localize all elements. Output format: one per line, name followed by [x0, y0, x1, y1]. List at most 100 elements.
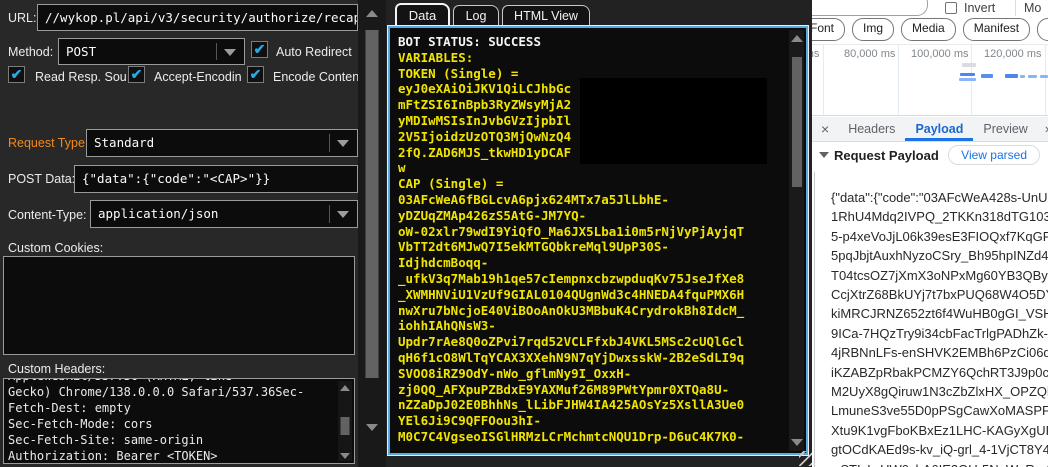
bot-data-content: BOT STATUS: SUCCESS VARIABLES:TOKEN (Sin… — [392, 30, 787, 451]
chevron-down-icon — [224, 49, 236, 56]
payload-line: LmuneS3ve55D0pPSgCawXoMASPFCIA9t — [831, 401, 1048, 420]
redaction-box — [580, 78, 767, 164]
network-filter-input[interactable] — [812, 0, 928, 16]
custom-headers-textarea[interactable]: AppleWebKit/537.36 (KHTML, likeGecko) Ch… — [3, 378, 355, 464]
disclosure-triangle-icon[interactable] — [819, 152, 829, 158]
bot-line: SVOO8iRZ9OdY-nWo_gflmNy9I_OxxH- — [398, 366, 781, 382]
network-timeline[interactable]: 60,000 ms 80,000 ms 100,000 ms 120,000 m… — [812, 44, 1048, 116]
timeline-tick: 100,000 ms — [911, 48, 968, 60]
tab-preview[interactable]: Preview — [973, 117, 1037, 141]
tab-html-view[interactable]: HTML View — [502, 5, 590, 26]
waterfall-bar[interactable] — [1040, 75, 1048, 78]
waterfall-bar[interactable] — [962, 63, 976, 67]
dropdown-separator — [329, 205, 330, 223]
bot-line: oW-02xlr79wdI9YiQfO_Ma6JX5Lba1i0m5rNjVyP… — [398, 224, 781, 240]
close-icon[interactable]: × — [812, 117, 838, 141]
bot-line: _ufkV3q7Mab19h1qe57cIempnxcbzwpduqKv75Js… — [398, 271, 781, 287]
custom-headers-label: Custom Headers: — [8, 362, 105, 376]
toolbar-separator — [1015, 0, 1016, 16]
timeline-tick: 120,000 ms — [984, 48, 1041, 60]
bot-status-line: BOT STATUS: SUCCESS — [398, 34, 781, 50]
waterfall-bar[interactable] — [1020, 75, 1025, 78]
timeline-tick: 80,000 ms — [844, 48, 895, 60]
post-data-input[interactable]: {"data":{"code":"<CAP>"}} — [74, 165, 358, 193]
tab-headers[interactable]: Headers — [838, 117, 905, 141]
scroll-up-icon[interactable] — [366, 10, 378, 17]
filter-chip[interactable]: Socket — [1037, 18, 1048, 41]
header-line: Fetch-Dest: empty — [8, 400, 336, 416]
header-line: Sec-Fetch-Site: same-origin — [8, 432, 336, 448]
check-icon: ✔ — [131, 66, 143, 82]
payload-line: CcjXtrZ68BkUYj7t7bxPUQ68W4O5DYcdkS — [831, 285, 1048, 304]
tab-overflow-icon[interactable]: » — [1038, 117, 1048, 141]
header-line: Sec-Fetch-Mode: cors — [8, 416, 336, 432]
payload-line: iKZABZpRbakPCMZY6QchRT3J9p0cB9I0t5 — [831, 363, 1048, 382]
bot-line: qH6f1cO8WlTqYCAX3XXehN9N7qYjDwxsskW-2B2e… — [398, 350, 781, 366]
payload-line: wSTIvIwHW0vhA6IE2OUr5NuWnRnrSTF — [831, 460, 1048, 467]
waterfall-bar[interactable] — [1005, 74, 1018, 78]
scroll-down-icon[interactable] — [791, 439, 803, 446]
payload-line: kiMRCJRNZ652zt6f4WuHB0gGI_VSH_K90 — [831, 304, 1048, 323]
content-type-dropdown[interactable]: application/json — [90, 200, 358, 228]
payload-line: 9ICa-7HQzTry9i34cbFacTrlgPADhZk-q8zM — [831, 324, 1048, 343]
payload-line: 5pqJbjtAuxhNyzoCSry_Bh95hpINZd4Ikzcl — [831, 246, 1048, 265]
url-input[interactable]: //wykop.pl/api/v3/security/authorize/rec… — [37, 4, 358, 31]
scrollbar-thumb[interactable] — [792, 57, 802, 187]
bot-line: CAP (Single) = — [398, 176, 781, 192]
more-filters-label[interactable]: Mo — [1024, 1, 1041, 15]
scroll-up-icon[interactable] — [340, 385, 350, 391]
chevron-down-icon — [337, 211, 349, 218]
bot-line: yDZUqZMAp426zS5AtG-JM7YQ- — [398, 208, 781, 224]
request-type-value: Standard — [94, 135, 154, 150]
resource-filter-chips: FontImgMediaManifestSocketW — [812, 18, 1048, 41]
scrollbar-thumb[interactable] — [341, 417, 350, 435]
scrollbar-thumb[interactable] — [366, 30, 379, 378]
bot-output-panel: Data Log HTML View BOT STATUS: SUCCESS V… — [386, 0, 812, 467]
scroll-down-icon[interactable] — [340, 453, 350, 459]
chevron-down-icon — [337, 140, 349, 147]
bot-line: zj0QQ_AFXpuPZBdxE9YAXMuf26M89PWtYpmr0XTQ… — [398, 382, 781, 398]
filter-chip[interactable]: Manifest — [963, 18, 1030, 41]
devtools-network-panel: Invert Mo FontImgMediaManifestSocketW 60… — [812, 0, 1048, 467]
tab-data[interactable]: Data — [395, 3, 450, 26]
encode-content-checkbox[interactable]: ✔ — [247, 66, 264, 83]
scroll-down-icon[interactable] — [366, 424, 378, 431]
tab-log[interactable]: Log — [453, 5, 499, 26]
accept-encoding-checkbox[interactable]: ✔ — [128, 66, 145, 83]
request-type-label: Request Type: — [8, 136, 88, 150]
bot-data-textbox[interactable]: BOT STATUS: SUCCESS VARIABLES:TOKEN (Sin… — [388, 26, 808, 455]
custom-headers-text: AppleWebKit/537.36 (KHTML, likeGecko) Ch… — [8, 379, 336, 463]
invert-checkbox[interactable] — [945, 2, 957, 14]
filter-chip[interactable]: Font — [812, 18, 845, 41]
waterfall-bar[interactable] — [960, 73, 975, 76]
waterfall-bar[interactable] — [959, 78, 976, 81]
check-icon: ✔ — [254, 41, 266, 57]
check-icon: ✔ — [250, 66, 262, 82]
bot-data-scrollbar[interactable] — [789, 30, 804, 451]
filter-chip[interactable]: Img — [852, 18, 894, 41]
custom-cookies-textarea[interactable] — [3, 256, 355, 355]
url-label: URL: — [8, 11, 36, 25]
bot-line: nwXru7bNcjoE40ViBOoAnOkU3MBbuK4CrydrokBh… — [398, 303, 781, 319]
request-builder-panel: URL: //wykop.pl/api/v3/security/authoriz… — [0, 0, 358, 467]
payload-line: gtOCdKAEd9s-kv_iQ-grl_4-1VjCT8Y4gHP — [831, 440, 1048, 459]
left-panel-scrollbar[interactable] — [358, 0, 386, 467]
method-dropdown[interactable]: POST — [58, 38, 245, 65]
scroll-up-icon[interactable] — [791, 35, 803, 42]
headers-scrollbar[interactable] — [338, 381, 352, 461]
method-label: Method: — [8, 45, 53, 59]
view-parsed-button[interactable]: View parsed — [948, 145, 1040, 165]
post-data-label: POST Data: — [8, 172, 75, 186]
request-payload-body[interactable]: {"data":{"code":"03AFcWeA428s-UnU8LLu1Rh… — [814, 172, 1048, 467]
read-resp-label: Read Resp. Sou — [35, 70, 127, 84]
read-resp-checkbox[interactable]: ✔ — [8, 66, 25, 83]
tab-payload[interactable]: Payload — [905, 117, 973, 141]
request-type-dropdown[interactable]: Standard — [86, 129, 358, 157]
bot-line: _XWMHNViU1VzUf9GIAL0104QUgnWd3c4HNEDA4fq… — [398, 287, 781, 303]
content-type-label: Content-Type: — [8, 208, 87, 222]
payload-line: 1RhU4Mdq2IVPQ_2TKKn318dTG103sLnK — [831, 207, 1048, 226]
waterfall-bar[interactable] — [1028, 75, 1037, 78]
waterfall-bar[interactable] — [981, 74, 993, 78]
filter-chip[interactable]: Media — [901, 18, 956, 41]
auto-redirect-checkbox[interactable]: ✔ — [251, 41, 268, 58]
